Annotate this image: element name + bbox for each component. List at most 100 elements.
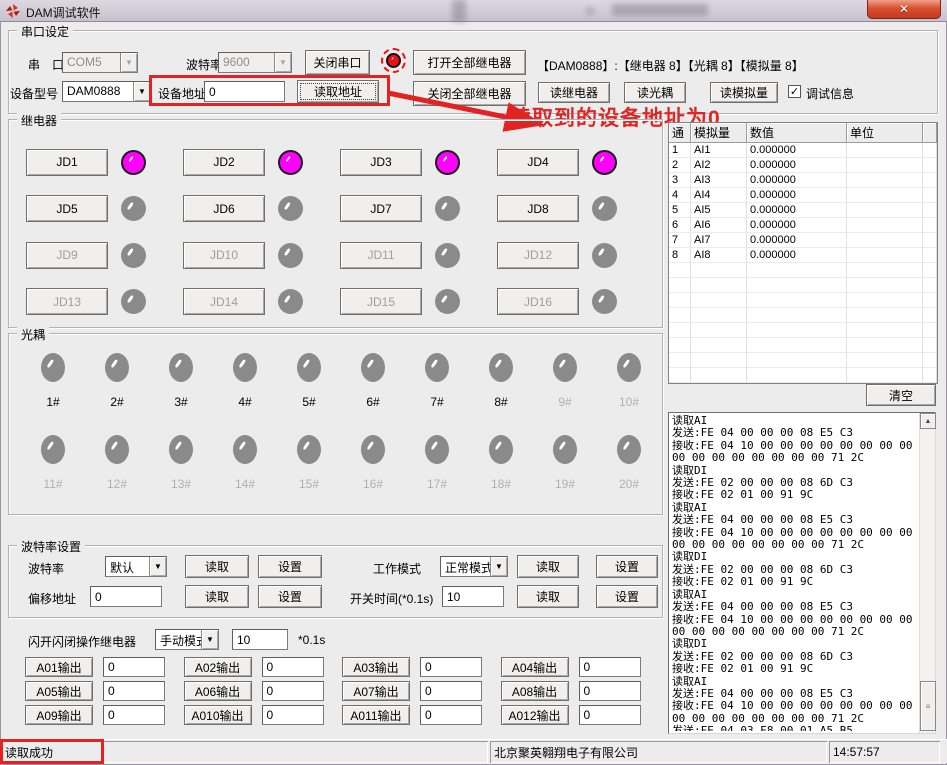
table-row[interactable]: 7AI70.000000: [669, 233, 937, 248]
debug-info-checkbox[interactable]: ✓: [788, 85, 801, 98]
output-button-A08[interactable]: A08输出: [501, 681, 569, 701]
relay-button-jd5[interactable]: JD5: [26, 195, 108, 222]
table-cell: [847, 173, 923, 188]
opto-led-10: [617, 353, 641, 382]
log-box[interactable]: 读取AI发送:FE 04 00 00 00 08 E5 C3接收:FE 04 1…: [668, 412, 936, 734]
device-address-input[interactable]: [204, 81, 285, 102]
output-cell-A011: A011输出: [342, 705, 501, 729]
opto-label: 1#: [46, 395, 59, 409]
opto-row-2: 11#12#13#14#15#16#17#18#19#20#: [21, 435, 661, 491]
output-button-A07[interactable]: A07输出: [342, 681, 410, 701]
relay-button-jd9[interactable]: JD9: [26, 242, 108, 269]
relay-cell-jd13: JD13: [26, 279, 183, 326]
offset-read-button[interactable]: 读取: [185, 585, 249, 608]
relay-button-jd12[interactable]: JD12: [497, 242, 579, 269]
relay-button-jd13[interactable]: JD13: [26, 288, 108, 315]
work-mode-read-button[interactable]: 读取: [517, 555, 579, 578]
work-mode-select[interactable]: 正常模式 ▼: [440, 556, 508, 577]
close-port-button[interactable]: 关闭串口: [305, 50, 370, 75]
relay-button-jd3[interactable]: JD3: [340, 149, 422, 176]
output-button-A06[interactable]: A06输出: [184, 681, 252, 701]
log-scrollbar-thumb[interactable]: ≡: [920, 681, 936, 731]
baud-read-button[interactable]: 读取: [185, 555, 249, 578]
offset-set-button[interactable]: 设置: [258, 585, 322, 608]
table-cell: AI5: [691, 203, 747, 218]
flash-time-input[interactable]: [232, 629, 288, 650]
open-all-relays-button[interactable]: 打开全部继电器: [413, 50, 526, 75]
output-input-A011[interactable]: [420, 705, 482, 725]
output-input-A07[interactable]: [420, 681, 482, 701]
output-input-A03[interactable]: [420, 657, 482, 677]
work-mode-set-button[interactable]: 设置: [596, 555, 658, 578]
table-row[interactable]: 4AI40.000000: [669, 188, 937, 203]
output-input-A06[interactable]: [262, 681, 324, 701]
output-input-A02[interactable]: [262, 657, 324, 677]
output-button-A010[interactable]: A010输出: [184, 705, 252, 725]
scroll-up-icon[interactable]: ▲: [920, 413, 936, 429]
table-cell: [747, 278, 847, 293]
output-button-A012[interactable]: A012输出: [501, 705, 569, 725]
table-header-cell: 模拟量: [691, 123, 747, 143]
output-input-A010[interactable]: [262, 705, 324, 725]
output-input-A09[interactable]: [103, 705, 165, 725]
output-button-A011[interactable]: A011输出: [342, 705, 410, 725]
close-button[interactable]: ✕: [867, 0, 941, 19]
output-button-A01[interactable]: A01输出: [25, 657, 93, 677]
analog-table-body: 1AI10.0000002AI20.0000003AI30.0000004AI4…: [669, 143, 937, 383]
output-button-A03[interactable]: A03输出: [342, 657, 410, 677]
relay-button-jd2[interactable]: JD2: [183, 149, 265, 176]
switch-time-input[interactable]: [442, 586, 504, 607]
switch-time-set-button[interactable]: 设置: [596, 585, 658, 608]
table-row[interactable]: 1AI10.000000: [669, 143, 937, 158]
table-cell: [923, 353, 937, 368]
relay-button-jd11[interactable]: JD11: [340, 242, 422, 269]
output-input-A01[interactable]: [103, 657, 165, 677]
table-row[interactable]: 2AI20.000000: [669, 158, 937, 173]
output-button-A04[interactable]: A04输出: [501, 657, 569, 677]
relay-button-jd15[interactable]: JD15: [340, 288, 422, 315]
relay-button-jd8[interactable]: JD8: [497, 195, 579, 222]
output-button-A09[interactable]: A09输出: [25, 705, 93, 725]
log-scrollbar[interactable]: ▲ ≡: [919, 413, 935, 733]
table-cell: [669, 338, 691, 353]
table-row[interactable]: 8AI80.000000: [669, 248, 937, 263]
baud-select[interactable]: 9600 ▼: [218, 52, 292, 73]
log-line-action: 读取DI: [672, 638, 917, 650]
relay-button-jd16[interactable]: JD16: [497, 288, 579, 315]
table-row[interactable]: 6AI60.000000: [669, 218, 937, 233]
opto-led-16: [361, 435, 385, 464]
table-row[interactable]: 3AI30.000000: [669, 173, 937, 188]
read-address-button[interactable]: 读取地址: [297, 80, 379, 103]
baud-set-button[interactable]: 设置: [258, 555, 322, 578]
baud-select-value: 9600: [219, 53, 274, 72]
relay-button-jd7[interactable]: JD7: [340, 195, 422, 222]
relay-button-jd10[interactable]: JD10: [183, 242, 265, 269]
output-button-A02[interactable]: A02输出: [184, 657, 252, 677]
relay-button-jd4[interactable]: JD4: [497, 149, 579, 176]
aero-glass-artifact: [586, 7, 594, 15]
model-select[interactable]: DAM0888 ▼: [62, 81, 151, 102]
output-cell-A04: A04输出: [501, 657, 660, 681]
clear-log-button[interactable]: 清空: [866, 384, 936, 406]
read-analog-button[interactable]: 读模拟量: [710, 82, 778, 103]
opto-label: 11#: [43, 477, 62, 491]
read-relay-button[interactable]: 读继电器: [538, 82, 610, 103]
output-button-A05[interactable]: A05输出: [25, 681, 93, 701]
baud-setting-select[interactable]: 默认 ▼: [105, 556, 167, 577]
log-text: 读取AI发送:FE 04 00 00 00 08 E5 C3接收:FE 04 1…: [672, 415, 917, 731]
table-row[interactable]: 5AI50.000000: [669, 203, 937, 218]
relay-button-jd1[interactable]: JD1: [26, 149, 108, 176]
output-input-A05[interactable]: [103, 681, 165, 701]
table-cell: 6: [669, 218, 691, 233]
relay-button-jd6[interactable]: JD6: [183, 195, 265, 222]
offset-address-input[interactable]: [90, 586, 162, 607]
relay-led-jd9: [121, 243, 146, 268]
output-input-A012[interactable]: [579, 705, 641, 725]
read-opto-button[interactable]: 读光耦: [624, 82, 686, 103]
relay-button-jd14[interactable]: JD14: [183, 288, 265, 315]
output-input-A04[interactable]: [579, 657, 641, 677]
switch-time-read-button[interactable]: 读取: [517, 585, 579, 608]
flash-mode-select[interactable]: 手动模式 ▼: [155, 629, 219, 650]
port-select[interactable]: COM5 ▼: [62, 52, 138, 73]
output-input-A08[interactable]: [579, 681, 641, 701]
